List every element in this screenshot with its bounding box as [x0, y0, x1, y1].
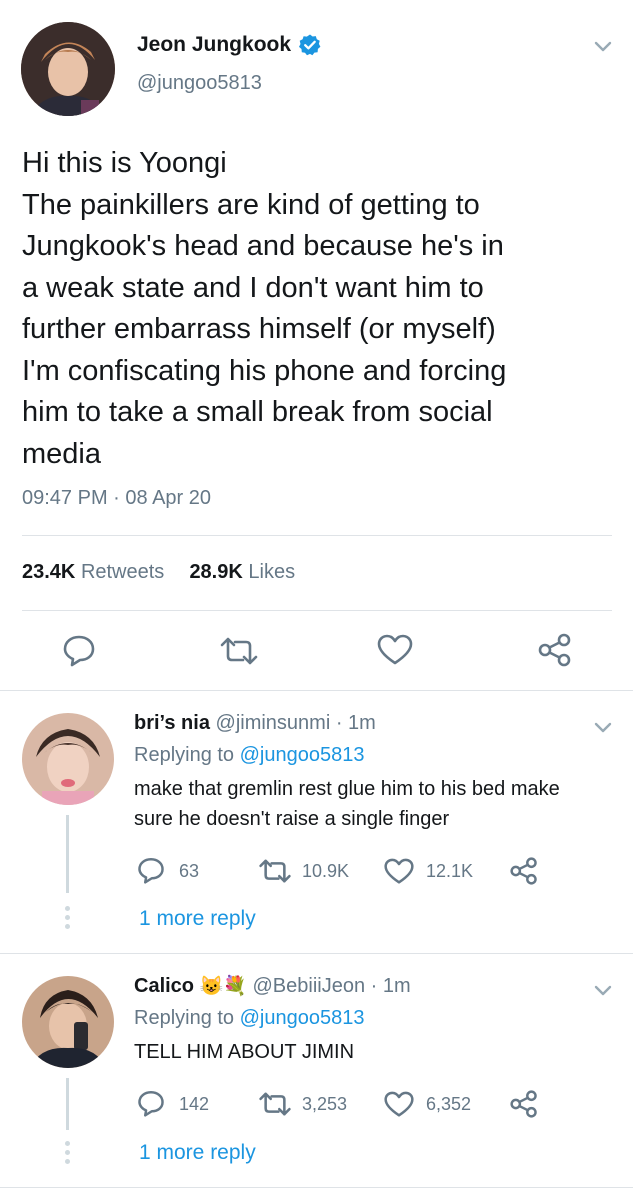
reply-action-share[interactable] — [509, 857, 539, 885]
reply-action-like[interactable]: 12.1K — [384, 856, 494, 886]
divider — [0, 953, 633, 954]
tweet-text-line: The painkillers are kind of getting to — [22, 188, 480, 221]
author-avatar-image — [21, 22, 115, 116]
tweet-stats: 23.4K Retweets 28.9K Likes — [22, 561, 295, 584]
likes-count: 28.9K — [189, 561, 243, 583]
divider — [22, 535, 612, 536]
verified-badge-icon — [298, 33, 322, 57]
reply-icon — [138, 858, 164, 884]
thread-dots — [65, 1141, 70, 1168]
thread-line — [66, 1078, 69, 1130]
replying-to: Replying to @jungoo5813 — [134, 744, 364, 767]
reply-handle[interactable]: @BebiiiJeon — [252, 975, 365, 997]
reply-icon — [63, 635, 95, 667]
share-icon — [510, 1090, 537, 1118]
author-display-name[interactable]: Jeon Jungkook — [137, 33, 291, 57]
reply-display-name[interactable]: Calico — [134, 975, 194, 997]
retweets-stat[interactable]: 23.4K Retweets — [22, 561, 164, 583]
retweets-label: Retweets — [80, 561, 165, 583]
reply-avatar[interactable] — [22, 713, 114, 805]
retweet-count: 10.9K — [302, 861, 350, 881]
thread-line — [66, 815, 69, 893]
reply-header: Calico 😺💐 @BebiiiJeon · 1m — [134, 974, 411, 998]
like-count: 12.1K — [426, 861, 474, 881]
reply-text: make that gremlin rest glue him to his b… — [134, 774, 614, 834]
reply-menu-chevron-down-icon[interactable] — [594, 721, 612, 739]
reply-avatar-image — [22, 976, 114, 1068]
like-button[interactable] — [377, 634, 413, 666]
tweet-text-line: Jungkook's head and because he's in — [22, 230, 504, 262]
retweet-icon — [220, 637, 258, 665]
tweet-text-line: a weak state and I don't want him to — [22, 271, 484, 304]
replying-to-label: Replying to — [134, 744, 235, 766]
reply-avatar[interactable] — [22, 976, 114, 1068]
tweet-text-line: media — [22, 437, 101, 470]
reply-count: 63 — [179, 861, 200, 881]
author-avatar[interactable] — [21, 22, 115, 116]
tweet-menu-chevron-down-icon[interactable] — [594, 40, 612, 58]
tweet-text: Hi this is Yoongi The painkillers are ki… — [22, 143, 622, 475]
likes-stat[interactable]: 28.9K Likes — [189, 561, 295, 583]
replying-to-label: Replying to — [134, 1007, 235, 1029]
reply-action-like[interactable]: 6,352 — [384, 1089, 494, 1119]
reply-time[interactable]: · 1m — [336, 712, 376, 734]
divider — [0, 690, 633, 691]
reply-menu-chevron-down-icon[interactable] — [594, 984, 612, 1002]
reply-avatar-image — [22, 713, 114, 805]
likes-label: Likes — [248, 561, 296, 583]
tweet-text-line: Hi this is Yoongi — [22, 147, 227, 179]
divider — [22, 610, 612, 611]
tweet-timestamp[interactable]: 09:47 PM · 08 Apr 20 — [22, 487, 211, 510]
replying-to-handle[interactable]: @jungoo5813 — [240, 744, 365, 766]
reply-text: TELL HIM ABOUT JIMIN — [134, 1037, 614, 1067]
author-handle[interactable]: @jungoo5813 — [137, 72, 262, 95]
reply-action-share[interactable] — [509, 1090, 539, 1118]
reply-action-retweet[interactable]: 3,253 — [258, 1089, 368, 1119]
share-icon — [510, 857, 537, 885]
tweet-text-line: him to take a small break from social — [22, 396, 493, 428]
share-icon — [538, 633, 571, 667]
tweet-text-line: further embarrass himself (or myself) — [22, 313, 496, 345]
like-count: 6,352 — [426, 1094, 472, 1114]
heart-icon — [384, 858, 414, 884]
emoji-cat-flowers-icon: 😺💐 — [199, 976, 247, 997]
thread-dots — [65, 906, 70, 933]
replying-to: Replying to @jungoo5813 — [134, 1007, 364, 1030]
reply-header: bri’s nia @jiminsunmi · 1m — [134, 712, 376, 735]
reply-action-reply[interactable]: 63 — [137, 856, 237, 886]
retweet-button[interactable] — [219, 636, 259, 666]
reply-text-line: sure he doesn't raise a single finger — [134, 808, 450, 830]
more-replies-link[interactable]: 1 more reply — [139, 907, 256, 931]
reply-action-retweet[interactable]: 10.9K — [258, 856, 368, 886]
retweet-icon — [259, 859, 291, 883]
reply-handle[interactable]: @jiminsunmi — [216, 712, 331, 734]
reply-count: 142 — [179, 1094, 210, 1114]
more-replies-link[interactable]: 1 more reply — [139, 1141, 256, 1165]
reply-text-line: TELL HIM ABOUT JIMIN — [134, 1041, 355, 1063]
heart-icon — [384, 1091, 414, 1117]
retweet-count: 3,253 — [302, 1094, 348, 1114]
tweet-text-line: I'm confiscating his phone and forcing — [22, 354, 507, 387]
divider — [0, 1187, 633, 1188]
reply-button[interactable] — [62, 633, 96, 667]
share-button[interactable] — [537, 633, 573, 667]
reply-text-line: make that gremlin rest glue him to his b… — [134, 778, 560, 800]
heart-icon — [377, 634, 413, 665]
retweets-count: 23.4K — [22, 561, 76, 583]
replying-to-handle[interactable]: @jungoo5813 — [240, 1007, 365, 1029]
retweet-icon — [259, 1092, 291, 1116]
reply-action-reply[interactable]: 142 — [137, 1089, 237, 1119]
reply-icon — [138, 1091, 164, 1117]
reply-time[interactable]: · 1m — [371, 975, 411, 997]
reply-display-name[interactable]: bri’s nia — [134, 712, 210, 734]
